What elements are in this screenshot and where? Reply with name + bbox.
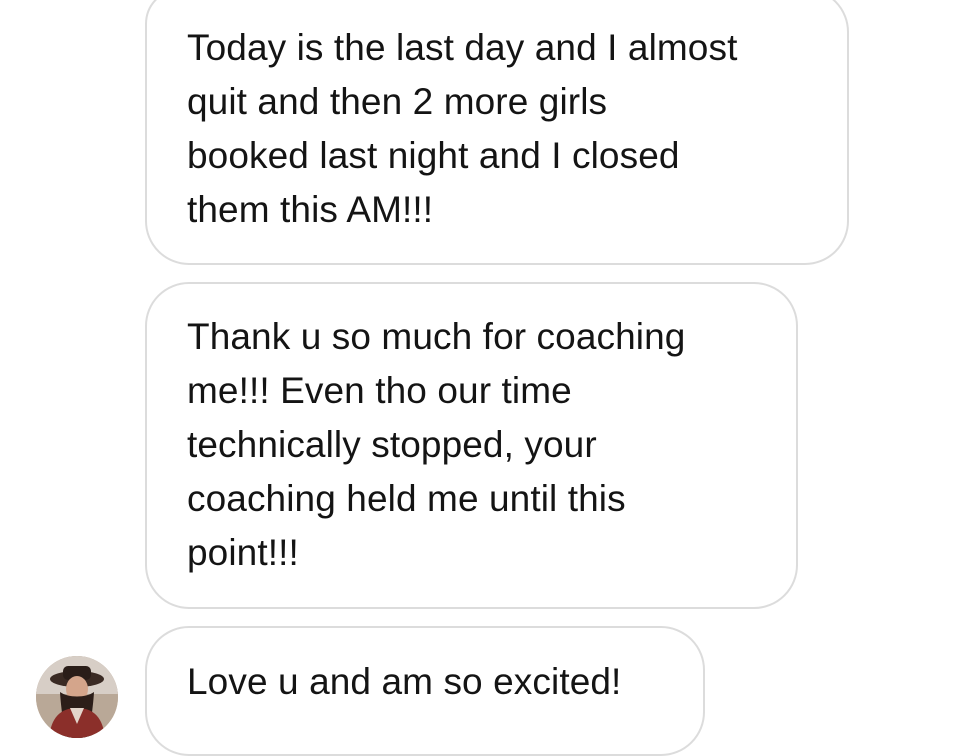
message-bubble[interactable]: Love u and am so excited! bbox=[145, 626, 705, 756]
message-bubble[interactable]: Thank u so much for coaching me!!! Even … bbox=[145, 282, 798, 609]
message-bubble[interactable]: Today is the last day and I almost quit … bbox=[145, 0, 849, 265]
message-thread: Today is the last day and I almost quit … bbox=[0, 0, 960, 756]
sender-avatar[interactable] bbox=[36, 656, 118, 738]
avatar-photo-icon bbox=[36, 656, 118, 738]
